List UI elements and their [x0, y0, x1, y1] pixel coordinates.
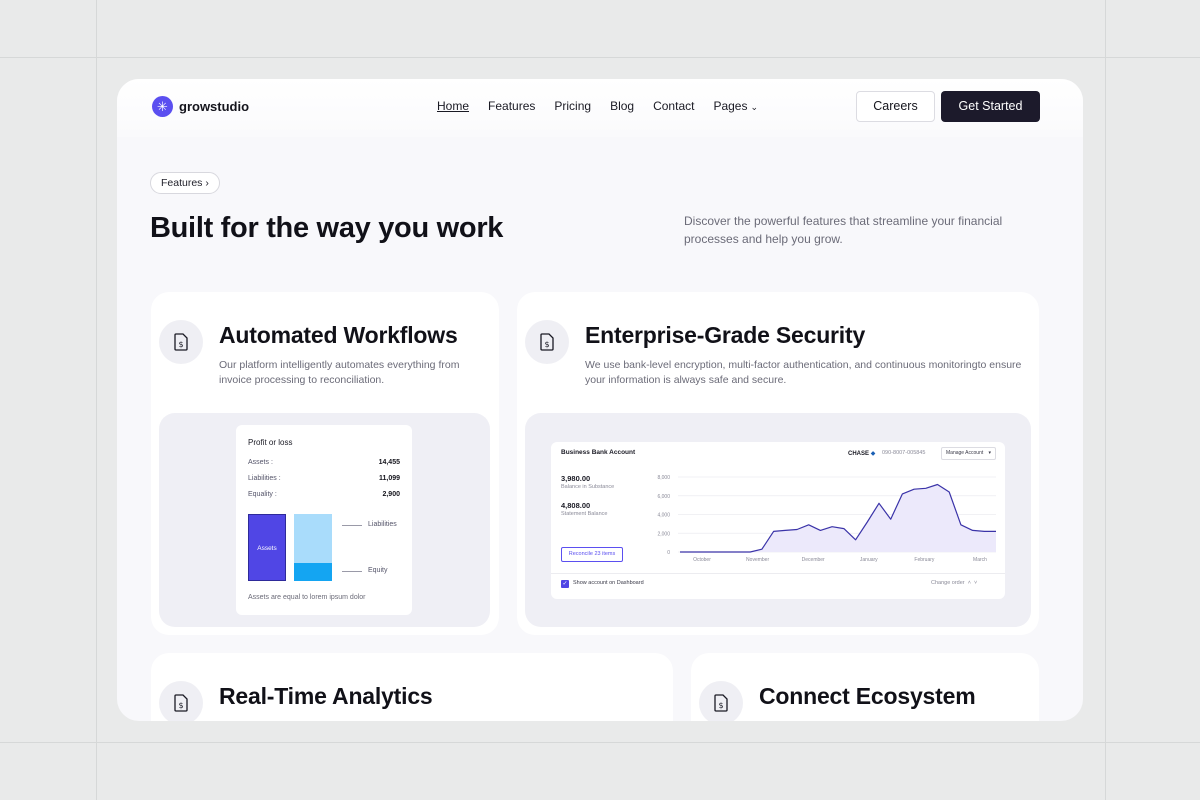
legend-equity: Equity	[368, 567, 388, 574]
equity-bar	[294, 563, 332, 581]
pl-row-equality: Equality : 2,900	[248, 491, 400, 498]
page-frame: ✳ growstudio Home Features Pricing Blog …	[117, 79, 1083, 721]
nav-item-blog[interactable]: Blog	[610, 99, 634, 113]
divider	[551, 573, 1005, 574]
bank-title: Business Bank Account	[561, 449, 636, 456]
nav-item-pages[interactable]: Pages ⌄	[713, 99, 758, 113]
account-number: 090-8007-005845	[882, 450, 926, 456]
y-tick-label: 0	[667, 550, 670, 556]
y-tick-label: 8,000	[657, 475, 670, 481]
y-tick-label: 2,000	[657, 531, 670, 537]
card-title: Enterprise-Grade Security	[585, 322, 866, 348]
features-pill[interactable]: Features ›	[150, 172, 220, 194]
pl-value: 11,099	[378, 475, 400, 482]
dollar-document-icon: $	[159, 681, 203, 721]
y-tick-label: 4,000	[657, 513, 670, 519]
nav-item-pages-label: Pages	[713, 99, 748, 113]
x-tick-label: November	[746, 557, 769, 563]
dollar-document-icon: $	[525, 320, 569, 364]
statement-value: 4,808.00	[561, 501, 591, 510]
hero-description: Discover the powerful features that stre…	[684, 214, 1003, 246]
pl-label: Assets :	[248, 459, 273, 466]
x-tick-label: October	[693, 557, 711, 563]
series-area	[680, 484, 996, 552]
pl-value: 2,900	[382, 491, 400, 498]
card-description: Our platform intelligently automates eve…	[219, 359, 460, 386]
nav-item-features[interactable]: Features	[488, 99, 535, 113]
bank-account-widget: Business Bank Account CHASE ◆ 090-8007-0…	[551, 442, 1005, 599]
logo[interactable]: ✳ growstudio	[152, 96, 249, 117]
bank-name: CHASE ◆	[848, 450, 875, 457]
feature-card-connect-ecosystem: $ Connect Ecosystem	[691, 653, 1039, 721]
top-navbar: ✳ growstudio Home Features Pricing Blog …	[117, 79, 1083, 137]
svg-text:$: $	[178, 340, 183, 349]
feature-card-automated-workflows: $ Automated Workflows Our platform intel…	[151, 292, 499, 635]
balance-value: 3,980.00	[561, 474, 591, 483]
x-tick-label: February	[914, 557, 935, 563]
brand-name: growstudio	[179, 99, 250, 114]
balance-label: Balance in Substance	[561, 484, 615, 490]
bank-account-preview: Business Bank Account CHASE ◆ 090-8007-0…	[525, 413, 1031, 627]
careers-button[interactable]: Careers	[856, 91, 935, 122]
get-started-button[interactable]: Get Started	[941, 91, 1040, 122]
chase-logo-icon: ◆	[870, 451, 876, 457]
legend-line	[342, 571, 362, 572]
change-order-control[interactable]: Change order ˄ ˅	[931, 580, 977, 586]
card-title: Automated Workflows	[219, 322, 458, 348]
y-tick-label: 6,000	[657, 494, 670, 500]
nav-item-contact[interactable]: Contact	[653, 99, 694, 113]
caret-down-icon: ▾	[988, 450, 991, 456]
legend-line	[342, 525, 362, 526]
svg-text:$: $	[544, 340, 549, 349]
main-menu: Home Features Pricing Blog Contact Pages…	[437, 99, 758, 113]
x-tick-label: March	[973, 557, 987, 563]
chevron-right-icon: ›	[205, 177, 209, 189]
reconcile-button[interactable]: Reconcile 23 items	[561, 547, 623, 562]
chevron-down-icon: ⌄	[750, 102, 759, 112]
bank-name-text: CHASE	[848, 451, 870, 457]
asterisk-logo-icon: ✳	[152, 96, 173, 117]
change-order-label: Change order	[931, 580, 965, 586]
profit-loss-widget: Profit or loss Assets : 14,455 Liabilitie…	[236, 425, 412, 615]
nav-item-pricing[interactable]: Pricing	[554, 99, 591, 113]
feature-card-realtime-analytics: $ Real-Time Analytics	[151, 653, 673, 721]
x-tick-label: December	[802, 557, 825, 563]
x-tick-label: January	[860, 557, 878, 563]
liabilities-bar	[294, 514, 332, 563]
card-description: We use bank-level encryption, multi-fact…	[585, 359, 1022, 386]
nav-item-home[interactable]: Home	[437, 99, 469, 113]
statement-label: Statement Balance	[561, 511, 608, 517]
show-on-dashboard-checkbox[interactable]: ✓	[561, 580, 569, 588]
widget-footnote: Assets are equal to lorem ipsum dolor	[248, 594, 366, 601]
pl-label: Equality :	[248, 491, 277, 498]
pl-row-assets: Assets : 14,455	[248, 459, 400, 466]
profit-loss-preview: Profit or loss Assets : 14,455 Liabilitie…	[159, 413, 490, 627]
pl-label: Liabilities :	[248, 475, 281, 482]
dollar-document-icon: $	[699, 681, 743, 721]
svg-text:$: $	[178, 701, 183, 710]
feature-card-enterprise-security: $ Enterprise-Grade Security We use bank-…	[517, 292, 1039, 635]
pl-value: 14,455	[378, 459, 400, 466]
balance-chart: 8,000 6,000 4,000 2,000 0 October November Dece…	[657, 475, 996, 563]
widget-title: Profit or loss	[248, 438, 293, 447]
chevron-down-icon: ˅	[973, 580, 978, 586]
card-title: Connect Ecosystem	[759, 683, 976, 709]
dollar-document-icon: $	[159, 320, 203, 364]
features-pill-label: Features	[161, 177, 203, 189]
manage-account-dropdown[interactable]: Manage Account ▾	[941, 447, 996, 460]
card-title: Real-Time Analytics	[219, 683, 433, 709]
chevron-up-icon: ˄	[967, 580, 971, 586]
legend-liabilities: Liabilities	[368, 521, 397, 528]
page-title: Built for the way you work	[150, 212, 504, 244]
show-on-dashboard-label: Show account on Dashboard	[573, 580, 644, 586]
pl-row-liabilities: Liabilities : 11,099	[248, 475, 400, 482]
assets-bar: Assets	[248, 514, 286, 581]
manage-account-label: Manage Account	[946, 450, 984, 456]
svg-text:$: $	[718, 701, 723, 710]
